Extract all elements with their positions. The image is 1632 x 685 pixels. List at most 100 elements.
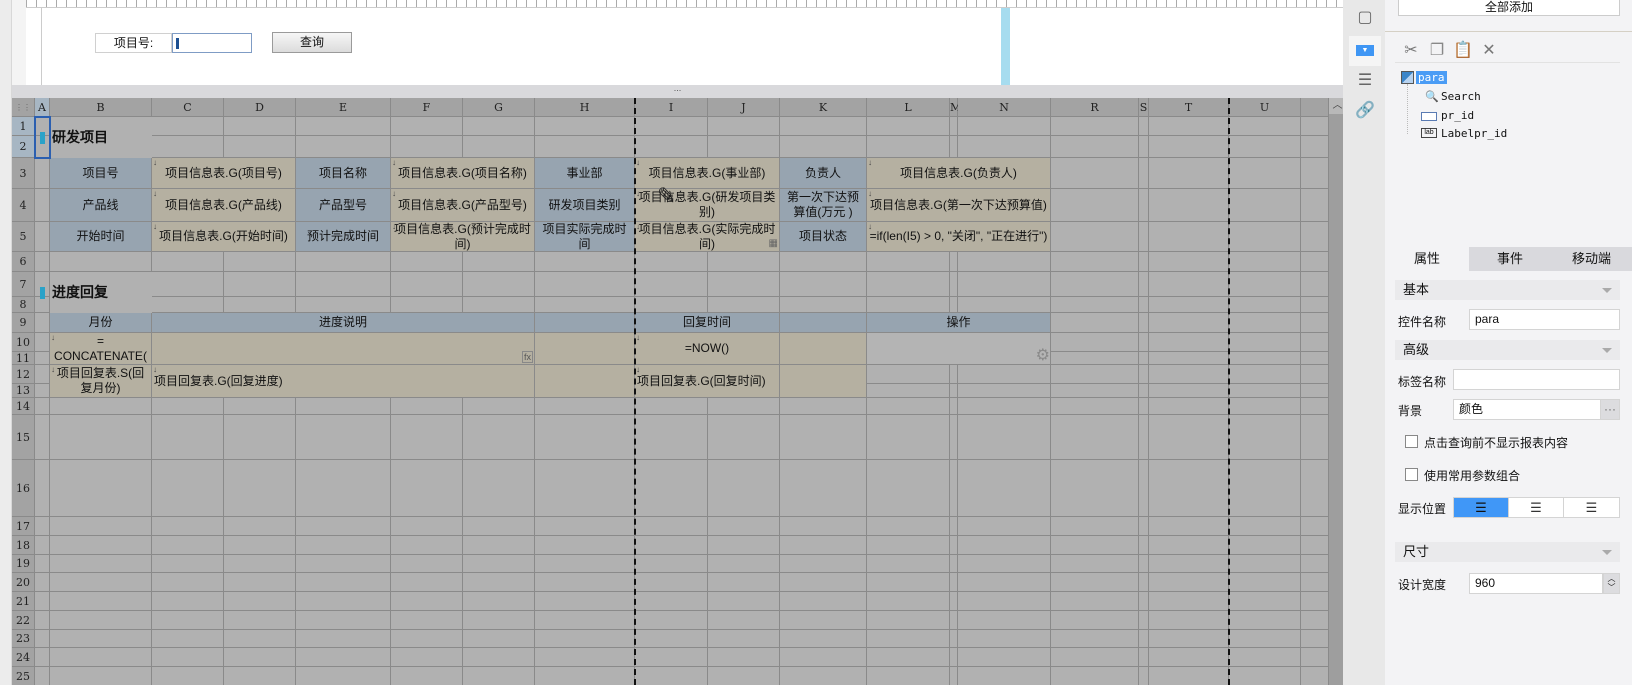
column-header[interactable] bbox=[1301, 98, 1329, 117]
column-header-T[interactable]: T bbox=[1149, 98, 1229, 117]
column-header-N[interactable]: N bbox=[958, 98, 1051, 117]
row-header-10[interactable]: 10 bbox=[12, 333, 35, 352]
row-header-23[interactable]: 23 bbox=[12, 630, 35, 648]
settings-gear-icon[interactable]: ⚙ bbox=[1036, 348, 1050, 364]
row-header-6[interactable]: 6 bbox=[12, 252, 35, 272]
cell-L4[interactable]: 项目信息表.G(第一次下达预算值) bbox=[867, 189, 1051, 222]
row-header-14[interactable]: 14 bbox=[12, 398, 35, 415]
column-header-M[interactable]: M bbox=[950, 98, 961, 117]
widget-icon[interactable]: ▼ bbox=[1349, 36, 1381, 66]
common-params-checkbox[interactable] bbox=[1405, 468, 1418, 481]
tree-item-search[interactable]: Search bbox=[1441, 90, 1481, 103]
column-header-U[interactable]: U bbox=[1229, 98, 1301, 117]
section-size[interactable]: 尺寸 bbox=[1395, 542, 1620, 562]
tag-name-input[interactable] bbox=[1453, 369, 1620, 390]
row-header-18[interactable]: 18 bbox=[12, 536, 35, 555]
cell-K3[interactable]: 负责人 bbox=[780, 158, 867, 189]
row-header-20[interactable]: 20 bbox=[12, 573, 35, 592]
query-button[interactable]: 查询 bbox=[272, 32, 352, 53]
cell-H12[interactable] bbox=[535, 365, 635, 398]
row-header-24[interactable]: 24 bbox=[12, 648, 35, 667]
cell-C4[interactable]: 项目信息表.G(产品线) bbox=[152, 189, 296, 222]
cell-E5[interactable]: 预计完成时间 bbox=[296, 222, 391, 252]
section-basic[interactable]: 基本 bbox=[1395, 280, 1620, 300]
column-header-C[interactable]: C bbox=[152, 98, 224, 117]
cell-K5[interactable]: 项目状态 bbox=[780, 222, 867, 252]
row-header-1[interactable]: 1 bbox=[12, 117, 35, 136]
cell-I12[interactable]: 项目回复表.G(回复时间) bbox=[635, 365, 780, 398]
column-header-K[interactable]: K bbox=[780, 98, 867, 117]
column-header-L[interactable]: L bbox=[867, 98, 950, 117]
cell-L3[interactable]: 项目信息表.G(负责人) bbox=[867, 158, 1051, 189]
tab-properties[interactable]: 属性 bbox=[1385, 247, 1469, 271]
align-center-button[interactable]: ☰ bbox=[1508, 497, 1564, 518]
cell-C10[interactable]: fx bbox=[152, 333, 535, 365]
cell-F4[interactable]: 项目信息表.G(产品型号) bbox=[391, 189, 535, 222]
tree-item-para[interactable]: para bbox=[1416, 71, 1447, 84]
cell-C3[interactable]: 项目信息表.G(项目号) bbox=[152, 158, 296, 189]
hide-before-query-checkbox[interactable] bbox=[1405, 435, 1418, 448]
row-header-5[interactable]: 5 bbox=[12, 222, 35, 252]
row-header-8[interactable]: 8 bbox=[12, 297, 35, 313]
pane-splitter[interactable]: ... bbox=[12, 84, 1343, 98]
tab-mobile[interactable]: 移动端 bbox=[1551, 247, 1632, 271]
cell-B10[interactable]: = CONCATENATE( bbox=[50, 333, 152, 365]
row-header-25[interactable]: 25 bbox=[12, 667, 35, 685]
cell-K4[interactable]: 第一次下达预算值(万元 ) bbox=[780, 189, 867, 222]
tab-events[interactable]: 事件 bbox=[1469, 247, 1551, 271]
cell-I10[interactable]: =NOW() bbox=[635, 333, 780, 365]
section-advanced[interactable]: 高级 bbox=[1395, 340, 1620, 360]
cut-icon[interactable]: ✂ bbox=[1401, 40, 1421, 60]
column-header-R[interactable]: R bbox=[1051, 98, 1139, 117]
link-icon[interactable]: 🔗 bbox=[1349, 96, 1381, 126]
cell-K10[interactable] bbox=[780, 333, 867, 365]
row-header-4[interactable]: 4 bbox=[12, 189, 35, 222]
cell-B3[interactable]: 项目号 bbox=[50, 158, 152, 189]
canvas-width-boundary[interactable] bbox=[1001, 8, 1010, 85]
cell-H9[interactable] bbox=[535, 313, 635, 333]
cell-H10[interactable] bbox=[535, 333, 635, 365]
column-header-D[interactable]: D bbox=[224, 98, 296, 117]
copy-icon[interactable]: ❐ bbox=[1427, 40, 1447, 60]
column-header-F[interactable]: F bbox=[391, 98, 463, 117]
row-header-17[interactable]: 17 bbox=[12, 517, 35, 536]
cell-I9[interactable]: 回复时间 bbox=[635, 313, 780, 333]
design-width-spinner[interactable]: ︿ ﹀ bbox=[1603, 573, 1620, 594]
row-header-16[interactable]: 16 bbox=[12, 460, 35, 517]
column-header-J[interactable]: J bbox=[708, 98, 780, 117]
project-number-input[interactable] bbox=[172, 33, 252, 53]
cell-E3[interactable]: 项目名称 bbox=[296, 158, 391, 189]
cell-C5[interactable]: 项目信息表.G(开始时间) bbox=[152, 222, 296, 252]
cell-F3[interactable]: 项目信息表.G(项目名称) bbox=[391, 158, 535, 189]
project-number-label[interactable]: 项目号: bbox=[95, 33, 172, 53]
row-header-3[interactable]: 3 bbox=[12, 158, 35, 189]
column-header-G[interactable]: G bbox=[463, 98, 535, 117]
row-header-19[interactable]: 19 bbox=[12, 555, 35, 573]
column-header-S[interactable]: S bbox=[1139, 98, 1149, 117]
column-header-A[interactable]: A bbox=[35, 98, 50, 117]
column-header-I[interactable]: I bbox=[635, 98, 708, 117]
row-header-13[interactable]: 13 bbox=[12, 384, 35, 398]
align-left-button[interactable]: ☰ bbox=[1453, 497, 1509, 518]
column-header-H[interactable]: H bbox=[535, 98, 635, 117]
cell-K9[interactable] bbox=[780, 313, 867, 333]
layout-icon[interactable]: ☰ bbox=[1349, 66, 1381, 96]
cell-B4[interactable]: 产品线 bbox=[50, 189, 152, 222]
row-header-21[interactable]: 21 bbox=[12, 592, 35, 611]
formula-badge[interactable]: fx bbox=[521, 351, 533, 363]
cell-H4[interactable]: 研发项目类别 bbox=[535, 189, 635, 222]
add-all-button[interactable]: 全部添加 bbox=[1398, 0, 1620, 16]
row-header-2[interactable]: 2 bbox=[12, 136, 35, 158]
cell-L5[interactable]: =if(len(I5) > 0, "关闭", "正在进行") bbox=[867, 222, 1051, 252]
row-header-22[interactable]: 22 bbox=[12, 611, 35, 630]
cell-L9[interactable]: 操作 bbox=[867, 313, 1051, 333]
paste-icon[interactable]: 📋 bbox=[1453, 40, 1473, 60]
left-collapsed-panel[interactable] bbox=[0, 0, 12, 685]
column-header-E[interactable]: E bbox=[296, 98, 391, 117]
cell-B5[interactable]: 开始时间 bbox=[50, 222, 152, 252]
delete-icon[interactable]: ✕ bbox=[1479, 40, 1499, 60]
report-grid[interactable]: ⋮⋮ A B C D E F G H I J K L M N R S T U 1 2 3 4 5 6 7 8 9 10 11 12 13 14 1… bbox=[12, 98, 1329, 685]
cell-F5[interactable]: 项目信息表.G(预计完成时间) bbox=[391, 222, 535, 252]
design-width-input[interactable]: 960 bbox=[1469, 573, 1603, 594]
select-all-corner[interactable]: ⋮⋮ bbox=[12, 98, 35, 117]
